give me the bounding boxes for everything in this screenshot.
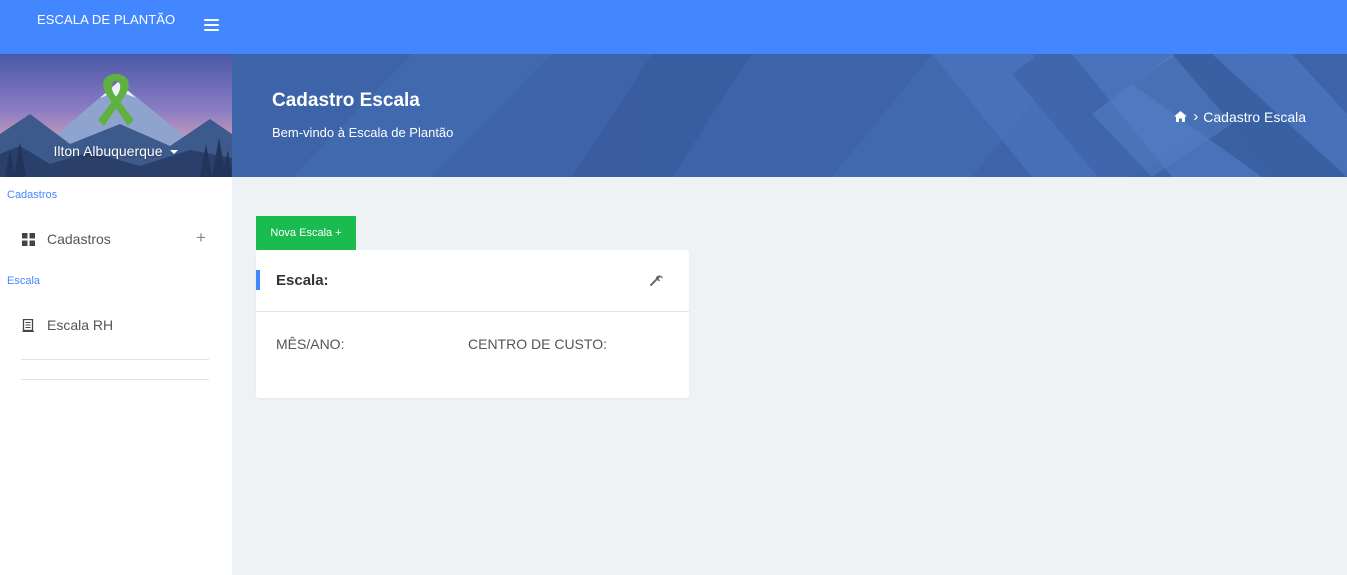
card-title: Escala: bbox=[276, 272, 329, 289]
cost-center-label: CENTRO DE CUSTO: bbox=[468, 336, 607, 352]
page-subtitle: Bem-vindo à Escala de Plantão bbox=[272, 125, 454, 140]
caret-down-icon bbox=[170, 150, 179, 155]
expand-plus-icon[interactable]: + bbox=[196, 228, 206, 248]
breadcrumb-separator: › bbox=[1193, 108, 1199, 125]
sidebar-item-label: Cadastros bbox=[47, 231, 111, 247]
breadcrumb-current: Cadastro Escala bbox=[1203, 108, 1306, 125]
card-divider bbox=[256, 311, 689, 312]
home-icon[interactable] bbox=[1174, 111, 1188, 122]
top-navbar: ESCALA DE PLANTÃO bbox=[0, 0, 1347, 54]
month-year-label: MÊS/ANO: bbox=[276, 336, 345, 352]
user-menu-toggle[interactable]: Ilton Albuquerque bbox=[0, 143, 232, 159]
page-header-banner: Cadastro Escala Bem-vindo à Escala de Pl… bbox=[232, 54, 1347, 177]
document-icon bbox=[22, 319, 34, 332]
section-label-escala: Escala bbox=[7, 275, 41, 287]
sidebar: Ilton Albuquerque Cadastros Cadastros + … bbox=[0, 54, 232, 575]
hamburger-icon[interactable] bbox=[204, 19, 220, 33]
section-label-cadastros: Cadastros bbox=[7, 189, 58, 201]
user-profile-panel: Ilton Albuquerque bbox=[0, 54, 232, 177]
escala-card: Escala: MÊS/ANO: CENTRO DE CUSTO: bbox=[256, 250, 689, 398]
card-accent-bar bbox=[256, 270, 260, 290]
app-brand[interactable]: ESCALA DE PLANTÃO bbox=[37, 12, 175, 27]
wrench-icon[interactable] bbox=[650, 275, 663, 288]
page-title: Cadastro Escala bbox=[272, 90, 420, 111]
new-escala-button[interactable]: Nova Escala + bbox=[256, 216, 356, 250]
sidebar-divider bbox=[21, 359, 209, 360]
sidebar-item-escala-rh[interactable]: Escala RH bbox=[0, 306, 232, 346]
user-name: Ilton Albuquerque bbox=[53, 143, 163, 159]
sidebar-divider bbox=[21, 379, 209, 380]
breadcrumb: › Cadastro Escala bbox=[1174, 108, 1306, 125]
grid-icon bbox=[22, 233, 35, 246]
sidebar-item-cadastros[interactable]: Cadastros + bbox=[0, 220, 232, 260]
sidebar-item-label: Escala RH bbox=[47, 317, 114, 333]
